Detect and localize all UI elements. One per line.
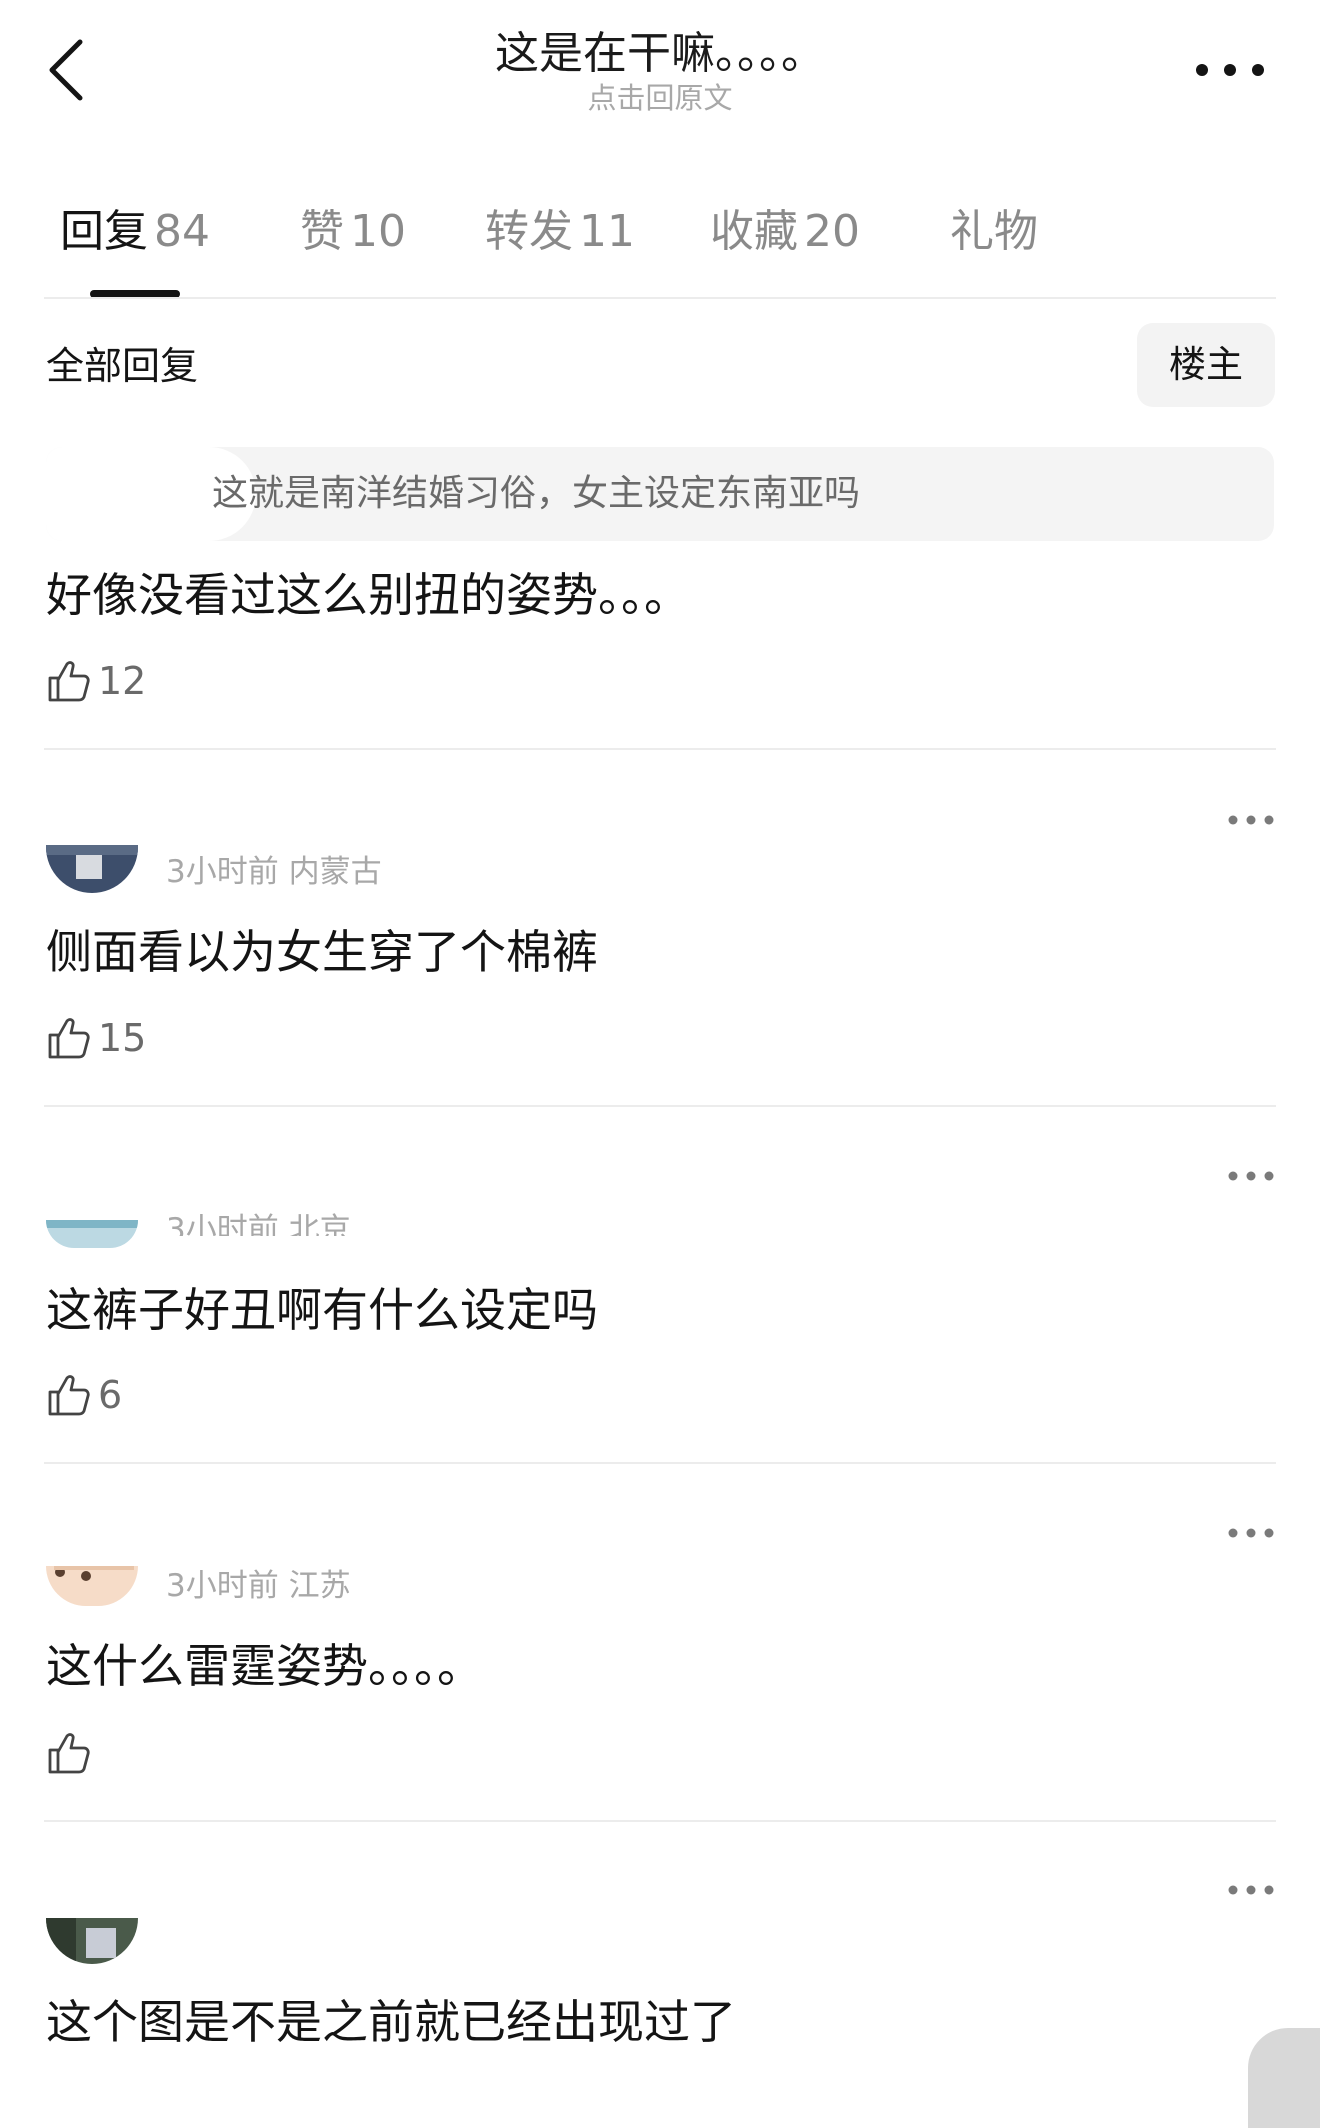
more-dots-icon xyxy=(1228,1171,1274,1181)
comment-text: 侧面看以为女生穿了个棉裤 xyxy=(46,925,598,979)
tab-label: 收藏 xyxy=(710,206,798,257)
floating-button[interactable] xyxy=(1248,2028,1320,2128)
tab-label: 赞 xyxy=(300,206,344,257)
like-count: 12 xyxy=(98,659,147,703)
comment-meta: 3小时前 北京 xyxy=(166,1212,351,1236)
comment-more-button[interactable] xyxy=(1226,1880,1276,1900)
avatar[interactable] xyxy=(46,1918,138,1964)
thumbs-up-icon xyxy=(48,661,90,702)
comment-text: 这裤子好丑啊有什么设定吗 xyxy=(46,1283,598,1337)
more-dots-icon xyxy=(1228,1528,1274,1538)
all-replies-label: 全部回复 xyxy=(46,344,199,388)
comment-text: 这个图是不是之前就已经出现过了 xyxy=(46,1995,736,2049)
comment-more-button[interactable] xyxy=(1226,1523,1276,1543)
like-button[interactable]: 6 xyxy=(46,1370,122,1420)
thumbs-up-icon xyxy=(48,1733,90,1774)
divider xyxy=(44,1820,1276,1822)
more-dots-icon xyxy=(1228,1885,1274,1895)
tab-label: 礼物 xyxy=(950,206,1038,257)
tab-count: 20 xyxy=(804,206,860,257)
back-to-original-link[interactable]: 点击回原文 xyxy=(0,80,1320,116)
quoted-text: 这就是南洋结婚习俗，女主设定东南亚吗 xyxy=(212,473,861,514)
thumbs-up-icon xyxy=(48,1375,90,1416)
like-button[interactable]: 15 xyxy=(46,1013,146,1063)
tab-likes[interactable]: 赞 10 xyxy=(300,204,406,260)
comment-meta: 3小时前 江苏 xyxy=(166,1568,351,1604)
divider xyxy=(44,1105,1276,1107)
comment-text: 好像没看过这么别扭的姿势。。。 xyxy=(46,568,690,622)
tab-count: 84 xyxy=(154,206,210,257)
divider xyxy=(44,748,1276,750)
like-button[interactable] xyxy=(46,1728,92,1778)
avatar[interactable] xyxy=(46,1220,138,1248)
more-dots-icon xyxy=(1228,815,1274,825)
tab-replies[interactable]: 回复 84 xyxy=(60,204,210,260)
more-dots-icon xyxy=(1196,64,1264,76)
post-title: 这是在干嘛。。。。 xyxy=(495,28,825,79)
like-count: 6 xyxy=(98,1373,123,1417)
comment-meta: 3小时前 内蒙古 xyxy=(166,854,382,890)
tab-gifts[interactable]: 礼物 xyxy=(950,204,1038,260)
comment-text: 这什么雷霆姿势。。。。 xyxy=(46,1639,483,1693)
divider xyxy=(44,297,1276,299)
tab-favorites[interactable]: 收藏 20 xyxy=(710,204,860,260)
avatar[interactable] xyxy=(46,845,138,893)
quoted-reply[interactable]: 这就是南洋结婚习俗，女主设定东南亚吗 xyxy=(46,447,1274,541)
comment-more-button[interactable] xyxy=(1226,810,1276,830)
avatar[interactable] xyxy=(46,1566,138,1606)
tab-label: 转发 xyxy=(485,206,573,257)
owner-only-button[interactable]: 楼主 xyxy=(1137,323,1275,407)
more-options-button[interactable] xyxy=(1180,40,1280,100)
like-count: 15 xyxy=(98,1016,147,1060)
tab-count: 10 xyxy=(350,206,406,257)
tab-count: 11 xyxy=(579,206,635,257)
like-button[interactable]: 12 xyxy=(46,656,146,706)
divider xyxy=(44,1462,1276,1464)
tab-label: 回复 xyxy=(60,206,148,257)
thumbs-up-icon xyxy=(48,1018,90,1059)
tab-reposts[interactable]: 转发 11 xyxy=(485,204,635,260)
comment-more-button[interactable] xyxy=(1226,1166,1276,1186)
